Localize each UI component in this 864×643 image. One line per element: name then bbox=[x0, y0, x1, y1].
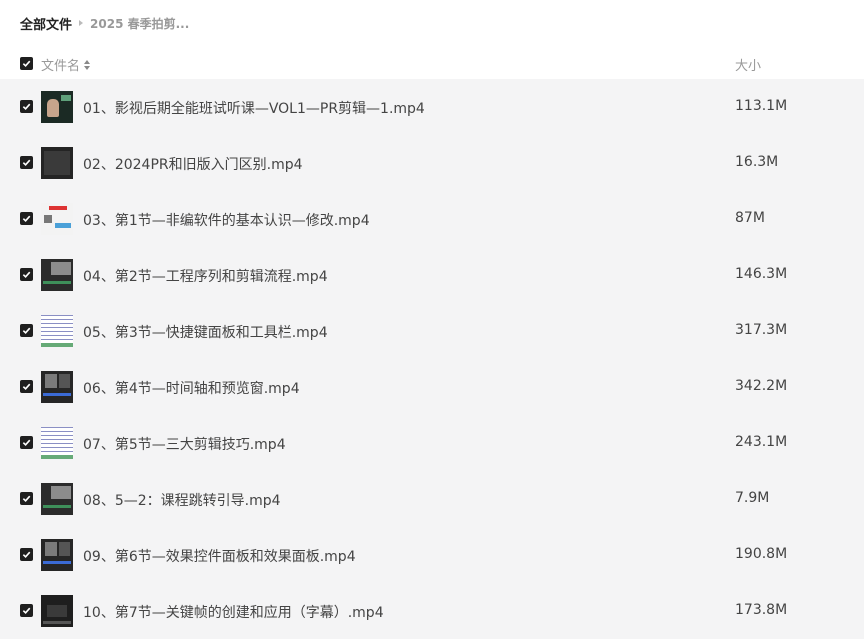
file-size: 190.8M bbox=[735, 546, 788, 562]
check-icon bbox=[22, 60, 31, 68]
file-row[interactable]: 08、5—2：课程跳转引导.mp4 7.9M bbox=[0, 471, 864, 527]
sort-icon[interactable] bbox=[84, 59, 91, 70]
file-row[interactable]: 03、第1节—非编软件的基本认识—修改.mp4 87M bbox=[0, 191, 864, 247]
check-icon bbox=[22, 215, 31, 223]
breadcrumb-root[interactable]: 全部文件 bbox=[20, 14, 72, 33]
file-name[interactable]: 01、影视后期全能班试听课—VOL1—PR剪辑—1.mp4 bbox=[83, 98, 425, 118]
list-header: 文件名 大小 bbox=[0, 50, 864, 78]
video-thumbnail[interactable] bbox=[41, 147, 73, 179]
column-header-name-label: 文件名 bbox=[41, 59, 81, 74]
file-size: 16.3M bbox=[735, 154, 779, 170]
file-checkbox[interactable] bbox=[20, 380, 33, 393]
file-name[interactable]: 04、第2节—工程序列和剪辑流程.mp4 bbox=[83, 266, 328, 286]
file-checkbox[interactable] bbox=[20, 548, 33, 561]
check-icon bbox=[22, 383, 31, 391]
file-checkbox[interactable] bbox=[20, 156, 33, 169]
check-icon bbox=[22, 551, 31, 559]
file-row[interactable]: 06、第4节—时间轴和预览窗.mp4 342.2M bbox=[0, 359, 864, 415]
file-checkbox[interactable] bbox=[20, 604, 33, 617]
video-thumbnail[interactable] bbox=[41, 483, 73, 515]
file-row[interactable]: 09、第6节—效果控件面板和效果面板.mp4 190.8M bbox=[0, 527, 864, 583]
column-header-name[interactable]: 文件名 bbox=[41, 55, 91, 74]
file-row[interactable]: 10、第7节—关键帧的创建和应用（字幕）.mp4 173.8M bbox=[0, 583, 864, 639]
file-size: 146.3M bbox=[735, 266, 788, 282]
select-all-checkbox[interactable] bbox=[20, 57, 33, 70]
breadcrumb-current: 2025 春季拍剪... bbox=[90, 16, 190, 31]
video-thumbnail[interactable] bbox=[41, 595, 73, 627]
file-checkbox[interactable] bbox=[20, 492, 33, 505]
file-row[interactable]: 04、第2节—工程序列和剪辑流程.mp4 146.3M bbox=[0, 247, 864, 303]
file-row[interactable]: 07、第5节—三大剪辑技巧.mp4 243.1M bbox=[0, 415, 864, 471]
file-name[interactable]: 05、第3节—快捷键面板和工具栏.mp4 bbox=[83, 322, 328, 342]
breadcrumb: 全部文件 2025 春季拍剪... bbox=[20, 14, 190, 33]
check-icon bbox=[22, 607, 31, 615]
check-icon bbox=[22, 439, 31, 447]
file-name[interactable]: 06、第4节—时间轴和预览窗.mp4 bbox=[83, 378, 300, 398]
check-icon bbox=[22, 103, 31, 111]
check-icon bbox=[22, 327, 31, 335]
file-name[interactable]: 08、5—2：课程跳转引导.mp4 bbox=[83, 490, 281, 510]
file-row[interactable]: 01、影视后期全能班试听课—VOL1—PR剪辑—1.mp4 113.1M bbox=[0, 79, 864, 135]
breadcrumb-separator-icon bbox=[79, 20, 84, 26]
file-size: 87M bbox=[735, 210, 765, 226]
file-size: 342.2M bbox=[735, 378, 788, 394]
file-size: 7.9M bbox=[735, 490, 770, 506]
check-icon bbox=[22, 159, 31, 167]
file-checkbox[interactable] bbox=[20, 324, 33, 337]
file-size: 173.8M bbox=[735, 602, 788, 618]
video-thumbnail[interactable] bbox=[41, 539, 73, 571]
file-name[interactable]: 02、2024PR和旧版入门区别.mp4 bbox=[83, 154, 303, 174]
video-thumbnail[interactable] bbox=[41, 315, 73, 347]
file-checkbox[interactable] bbox=[20, 100, 33, 113]
video-thumbnail[interactable] bbox=[41, 427, 73, 459]
file-list: 01、影视后期全能班试听课—VOL1—PR剪辑—1.mp4 113.1M 02、20… bbox=[0, 79, 864, 639]
video-thumbnail[interactable] bbox=[41, 203, 73, 235]
file-size: 243.1M bbox=[735, 434, 788, 450]
check-icon bbox=[22, 495, 31, 503]
file-checkbox[interactable] bbox=[20, 436, 33, 449]
file-name[interactable]: 09、第6节—效果控件面板和效果面板.mp4 bbox=[83, 546, 356, 566]
file-name[interactable]: 07、第5节—三大剪辑技巧.mp4 bbox=[83, 434, 286, 454]
file-row[interactable]: 05、第3节—快捷键面板和工具栏.mp4 317.3M bbox=[0, 303, 864, 359]
video-thumbnail[interactable] bbox=[41, 259, 73, 291]
file-row[interactable]: 02、2024PR和旧版入门区别.mp4 16.3M bbox=[0, 135, 864, 191]
video-thumbnail[interactable] bbox=[41, 371, 73, 403]
file-size: 317.3M bbox=[735, 322, 788, 338]
video-thumbnail[interactable] bbox=[41, 91, 73, 123]
file-checkbox[interactable] bbox=[20, 268, 33, 281]
file-checkbox[interactable] bbox=[20, 212, 33, 225]
check-icon bbox=[22, 271, 31, 279]
file-size: 113.1M bbox=[735, 98, 788, 114]
file-name[interactable]: 10、第7节—关键帧的创建和应用（字幕）.mp4 bbox=[83, 602, 384, 622]
column-header-size[interactable]: 大小 bbox=[735, 55, 761, 74]
file-name[interactable]: 03、第1节—非编软件的基本认识—修改.mp4 bbox=[83, 210, 370, 230]
